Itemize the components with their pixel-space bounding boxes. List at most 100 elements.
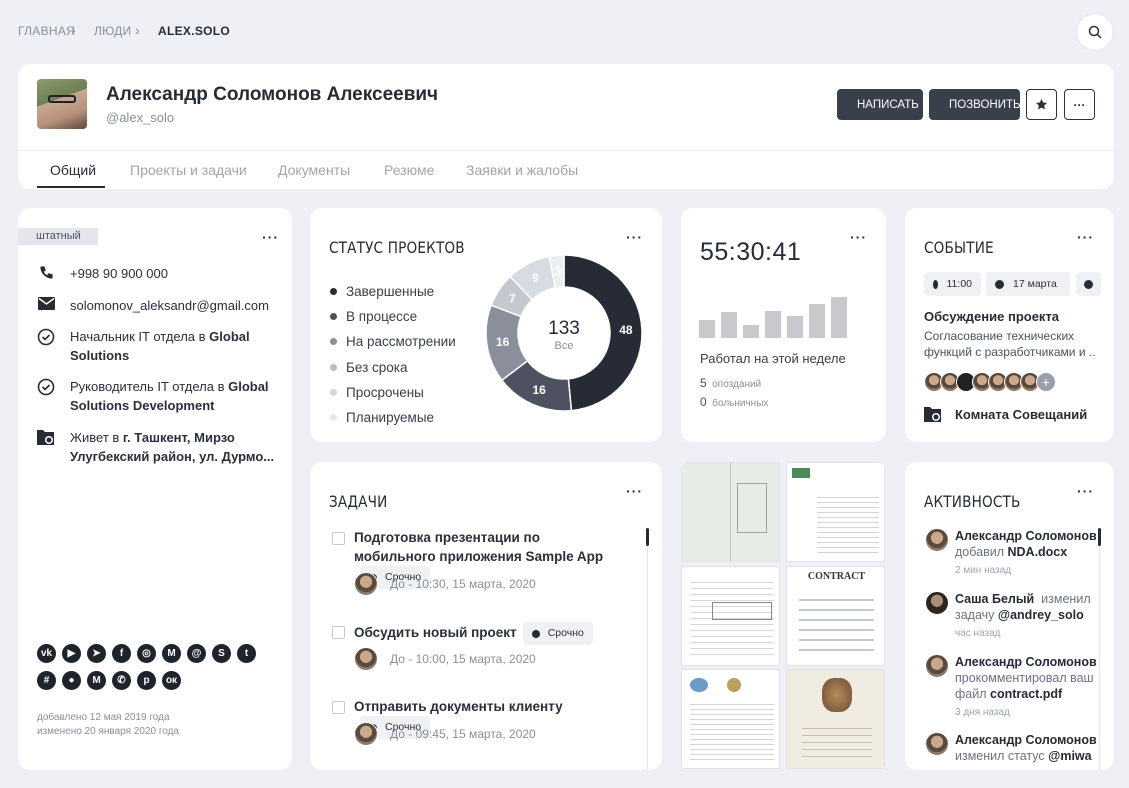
task-checkbox[interactable]: [332, 532, 345, 545]
location-folder-icon: [36, 430, 54, 445]
active-tab-indicator: [37, 186, 105, 188]
activity-title: АКТИВНОСТЬ: [924, 492, 1021, 511]
record-dates: добавлено 12 мая 2019 года изменено 20 я…: [37, 711, 179, 739]
document-thumbnail[interactable]: CONTRACT: [786, 566, 885, 666]
weekly-bar-chart: [699, 278, 849, 338]
whatsapp-icon[interactable]: ✆: [112, 671, 131, 690]
document-thumbnail[interactable]: [786, 462, 885, 562]
projects-title: СТАТУС ПРОЕКТОВ: [329, 238, 465, 257]
projects-total: 133: [548, 318, 580, 339]
document-thumbnail[interactable]: [786, 669, 885, 769]
favorite-button[interactable]: [1026, 89, 1057, 120]
event-card: СОБЫТИЕ ··· 11:00 17 марта Обсуждение пр…: [905, 208, 1114, 442]
call-label: ПОЗВОНИТЬ: [949, 98, 1021, 111]
sick-stat: 0 больничных: [700, 395, 769, 409]
activity-card: АКТИВНОСТЬ ··· Александр Соломонов добави…: [905, 462, 1114, 770]
email-row[interactable]: solomonov_aleksandr@gmail.com: [36, 296, 291, 315]
more-icon[interactable]: ···: [850, 230, 867, 244]
task-checkbox[interactable]: [332, 626, 345, 639]
donut-center: 133 Все: [534, 318, 594, 352]
tab-requests[interactable]: Заявки и жалобы: [466, 162, 578, 178]
event-name: Обсуждение проекта: [924, 309, 1060, 324]
telegram-icon[interactable]: ➤: [87, 644, 106, 663]
work-time: 55:30:41: [700, 238, 802, 266]
more-icon[interactable]: ···: [626, 484, 643, 498]
gmail-icon[interactable]: M: [87, 671, 106, 690]
more-icon[interactable]: ···: [626, 230, 643, 244]
tasks-title: ЗАДАЧИ: [329, 492, 388, 511]
more-icon[interactable]: ···: [1077, 484, 1094, 498]
chevron-right-icon: ›: [71, 22, 76, 38]
write-button[interactable]: НАПИСАТЬ: [837, 89, 923, 120]
github-icon[interactable]: ●: [62, 671, 81, 690]
weekly-bar: [743, 325, 759, 338]
more-icon[interactable]: ···: [262, 230, 279, 244]
legend-item: Завершенные: [330, 279, 456, 304]
address-prefix: Живет в: [70, 430, 123, 445]
medium-icon[interactable]: M: [162, 644, 181, 663]
event-title: СОБЫТИЕ: [924, 238, 994, 257]
employment-badge: штатный: [18, 228, 98, 245]
more-icon[interactable]: ···: [1077, 230, 1094, 244]
document-thumbnail[interactable]: [681, 566, 780, 666]
write-label: НАПИСАТЬ: [857, 98, 919, 111]
donut-slice-label: 7: [509, 292, 516, 306]
tab-projects[interactable]: Проекты и задачи: [130, 162, 247, 178]
modified-date: изменено 20 января 2020 года: [37, 726, 179, 737]
tab-documents[interactable]: Документы: [278, 162, 350, 178]
event-time-chip: 11:00: [924, 272, 981, 296]
avatar: [925, 654, 949, 678]
legend-item: В процессе: [330, 304, 456, 329]
weekly-bar: [721, 312, 737, 338]
tab-general[interactable]: Общий: [50, 162, 96, 178]
odnoklassniki-icon[interactable]: ок: [162, 671, 181, 690]
donut-slice-label: 9: [532, 271, 539, 285]
slack-icon[interactable]: #: [37, 671, 56, 690]
position-2-prefix: Руководитель IT отдела в: [70, 379, 229, 394]
search-icon: [1088, 25, 1102, 39]
more-button[interactable]: ···: [1064, 89, 1095, 120]
late-stat: 5 опозданий: [700, 376, 762, 390]
skype-icon[interactable]: S: [212, 644, 231, 663]
youtube-icon[interactable]: ▶: [62, 644, 81, 663]
event-date-chip: 17 марта: [986, 272, 1070, 296]
phone-icon: [39, 266, 53, 279]
search-button[interactable]: [1076, 13, 1114, 51]
vk-icon[interactable]: vk: [37, 644, 56, 663]
twitter-icon[interactable]: t: [237, 644, 256, 663]
pinterest-icon[interactable]: p: [137, 671, 156, 690]
weekly-bar: [699, 320, 715, 338]
tasks-card: ЗАДАЧИ ··· Подготовка презентации по моб…: [310, 462, 662, 770]
task-checkbox[interactable]: [332, 701, 345, 714]
email-icon: [37, 297, 55, 310]
event-room: Комната Совещаний: [924, 406, 1087, 423]
weekly-bar: [809, 304, 825, 338]
work-time-caption: Работал на этой неделе: [700, 351, 846, 366]
breadcrumb-people[interactable]: ЛЮДИ: [94, 24, 131, 38]
info-card: штатный ··· +998 90 900 000 solomonov_al…: [18, 208, 292, 770]
scrollbar[interactable]: [646, 528, 649, 546]
mail-icon[interactable]: @: [187, 644, 206, 663]
add-participant-icon[interactable]: +: [1036, 372, 1056, 392]
call-button[interactable]: ПОЗВОНИТЬ: [929, 89, 1021, 120]
weekly-bar: [831, 297, 847, 338]
avatar: [37, 79, 87, 129]
donut-slice-label: 16: [496, 335, 510, 349]
documents-grid: CONTRACT: [681, 462, 886, 770]
document-thumbnail[interactable]: [681, 669, 780, 769]
badge-check-icon: [37, 378, 55, 396]
document-thumbnail[interactable]: [681, 462, 780, 562]
avatar: [354, 572, 378, 596]
breadcrumb-home[interactable]: ГЛАВНАЯ: [18, 24, 75, 38]
facebook-icon[interactable]: f: [112, 644, 131, 663]
weekly-bar: [787, 315, 803, 338]
event-extra-chip: [1076, 272, 1101, 296]
position-1-prefix: Начальник IT отдела в: [70, 329, 210, 344]
tab-resume[interactable]: Резюме: [384, 162, 434, 178]
instagram-icon[interactable]: ◎: [137, 644, 156, 663]
weekly-bar: [765, 311, 781, 338]
avatar: [925, 732, 949, 756]
avatar: [925, 528, 949, 552]
phone-row[interactable]: +998 90 900 000: [36, 264, 291, 283]
profile-name: Александр Соломонов Алексеевич: [106, 84, 439, 105]
